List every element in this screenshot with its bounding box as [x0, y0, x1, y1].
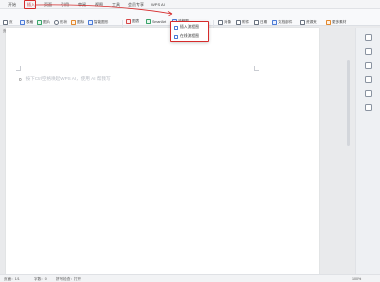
ribbon-label: 附件	[242, 20, 250, 24]
menu-bar: 开始 插入 页面 引用 审阅 视图 工具 会员专享 WPS AI	[0, 0, 380, 9]
right-side-panel	[355, 28, 380, 276]
picture-icon	[37, 20, 42, 25]
menu-item-insert-flowchart[interactable]: 插入流程图	[174, 25, 199, 30]
ribbon-doc-parts[interactable]: 文档部件	[272, 20, 292, 25]
flowchart-icon	[174, 25, 178, 30]
menu-item-online-flowchart[interactable]: 在线流程图	[174, 34, 199, 39]
ribbon-label: 形状	[60, 20, 68, 24]
materials-icon	[326, 20, 331, 25]
tab-tools[interactable]: 工具	[112, 1, 120, 8]
menu-item-label: 插入流程图	[180, 25, 199, 29]
panel-style-icon[interactable]	[365, 62, 372, 69]
tab-wps-ai[interactable]: WPS AI	[151, 1, 165, 8]
ribbon-page[interactable]: 页	[3, 20, 13, 25]
ribbon-label: 日期	[260, 20, 268, 24]
status-page[interactable]: 页面：1/1	[4, 277, 20, 282]
ai-prompt-row[interactable]: 0 按下Ctrl空格唤起WPS AI，使用 AI 帮我写	[19, 76, 111, 82]
ribbon-object[interactable]: 对象	[218, 20, 231, 25]
ribbon-resources[interactable]: 资源夹	[300, 20, 317, 25]
calendar-icon	[254, 20, 259, 25]
menu-item-label: 在线流程图	[180, 34, 199, 38]
status-words[interactable]: 字数：0	[34, 277, 47, 282]
ribbon-picture[interactable]: 图片	[37, 20, 50, 25]
panel-share-icon[interactable]	[365, 90, 372, 97]
shape-icon	[54, 20, 59, 25]
insert-tab-highlight	[24, 0, 36, 9]
panel-properties-icon[interactable]	[365, 76, 372, 83]
ribbon-date[interactable]: 日期	[254, 20, 267, 25]
ribbon-label: 表格	[26, 20, 34, 24]
tab-home[interactable]: 开始	[8, 1, 16, 8]
ribbon-label: 图标	[77, 20, 85, 24]
ai-prompt-text: 按下Ctrl空格唤起WPS AI，使用 AI 帮我写	[25, 76, 111, 81]
ribbon-chart[interactable]: 图表	[126, 19, 139, 24]
ribbon-label: 图表	[132, 19, 140, 23]
margin-corner	[16, 66, 21, 71]
ribbon-label: 更多素材	[332, 20, 347, 24]
zoom-level[interactable]: 100%	[352, 277, 361, 281]
panel-ai-icon[interactable]	[365, 34, 372, 41]
icon-icon	[71, 20, 76, 25]
ribbon-attachment[interactable]: 附件	[236, 20, 249, 25]
ribbon-label: SmartArt	[152, 19, 167, 24]
tab-page[interactable]: 页面	[44, 1, 52, 8]
smartart2-icon	[146, 19, 151, 24]
tab-review[interactable]: 审阅	[78, 1, 86, 8]
ribbon-icons[interactable]: 图标	[71, 20, 84, 25]
ribbon-label: 资源夹	[306, 20, 317, 24]
smartart-icon	[88, 20, 93, 25]
status-bar: 页面：1/1 字数：0 拼写检查：打开 100%	[0, 274, 380, 282]
tab-view[interactable]: 视图	[95, 1, 103, 8]
ribbon-more-materials[interactable]: 更多素材	[326, 20, 346, 25]
tab-references[interactable]: 引用	[61, 1, 69, 8]
panel-settings-icon[interactable]	[365, 104, 372, 111]
ribbon-smart-graphic[interactable]: 智能图形	[88, 20, 108, 25]
attachment-icon	[236, 20, 241, 25]
doc-parts-icon	[272, 20, 277, 25]
vertical-scrollbar[interactable]	[347, 60, 350, 146]
flowchart-dropdown: 插入流程图 在线流程图	[170, 21, 209, 42]
status-spell[interactable]: 拼写检查：打开	[56, 277, 81, 282]
folder-icon	[300, 20, 305, 25]
page-icon	[3, 20, 8, 25]
ribbon-label: 图片	[43, 20, 51, 24]
table-icon	[20, 20, 25, 25]
margin-corner	[254, 66, 259, 71]
panel-format-icon[interactable]	[365, 48, 372, 55]
ribbon-label: 文档部件	[278, 20, 293, 24]
document-page[interactable]: 0 按下Ctrl空格唤起WPS AI，使用 AI 帮我写	[6, 28, 319, 276]
object-icon	[218, 20, 223, 25]
ribbon-table[interactable]: 表格	[20, 20, 33, 25]
ribbon-label: 智能图形	[94, 20, 109, 24]
text-cursor-marker: 0	[19, 76, 22, 82]
chart-icon	[126, 19, 131, 24]
ribbon-shape[interactable]: 形状	[54, 20, 67, 25]
online-flowchart-icon	[174, 34, 178, 39]
tab-member[interactable]: 会员专享	[128, 1, 144, 8]
ribbon-label: 对象	[224, 20, 232, 24]
ribbon-label: 页	[9, 20, 13, 24]
ribbon-smartart[interactable]: SmartArt	[146, 19, 166, 24]
